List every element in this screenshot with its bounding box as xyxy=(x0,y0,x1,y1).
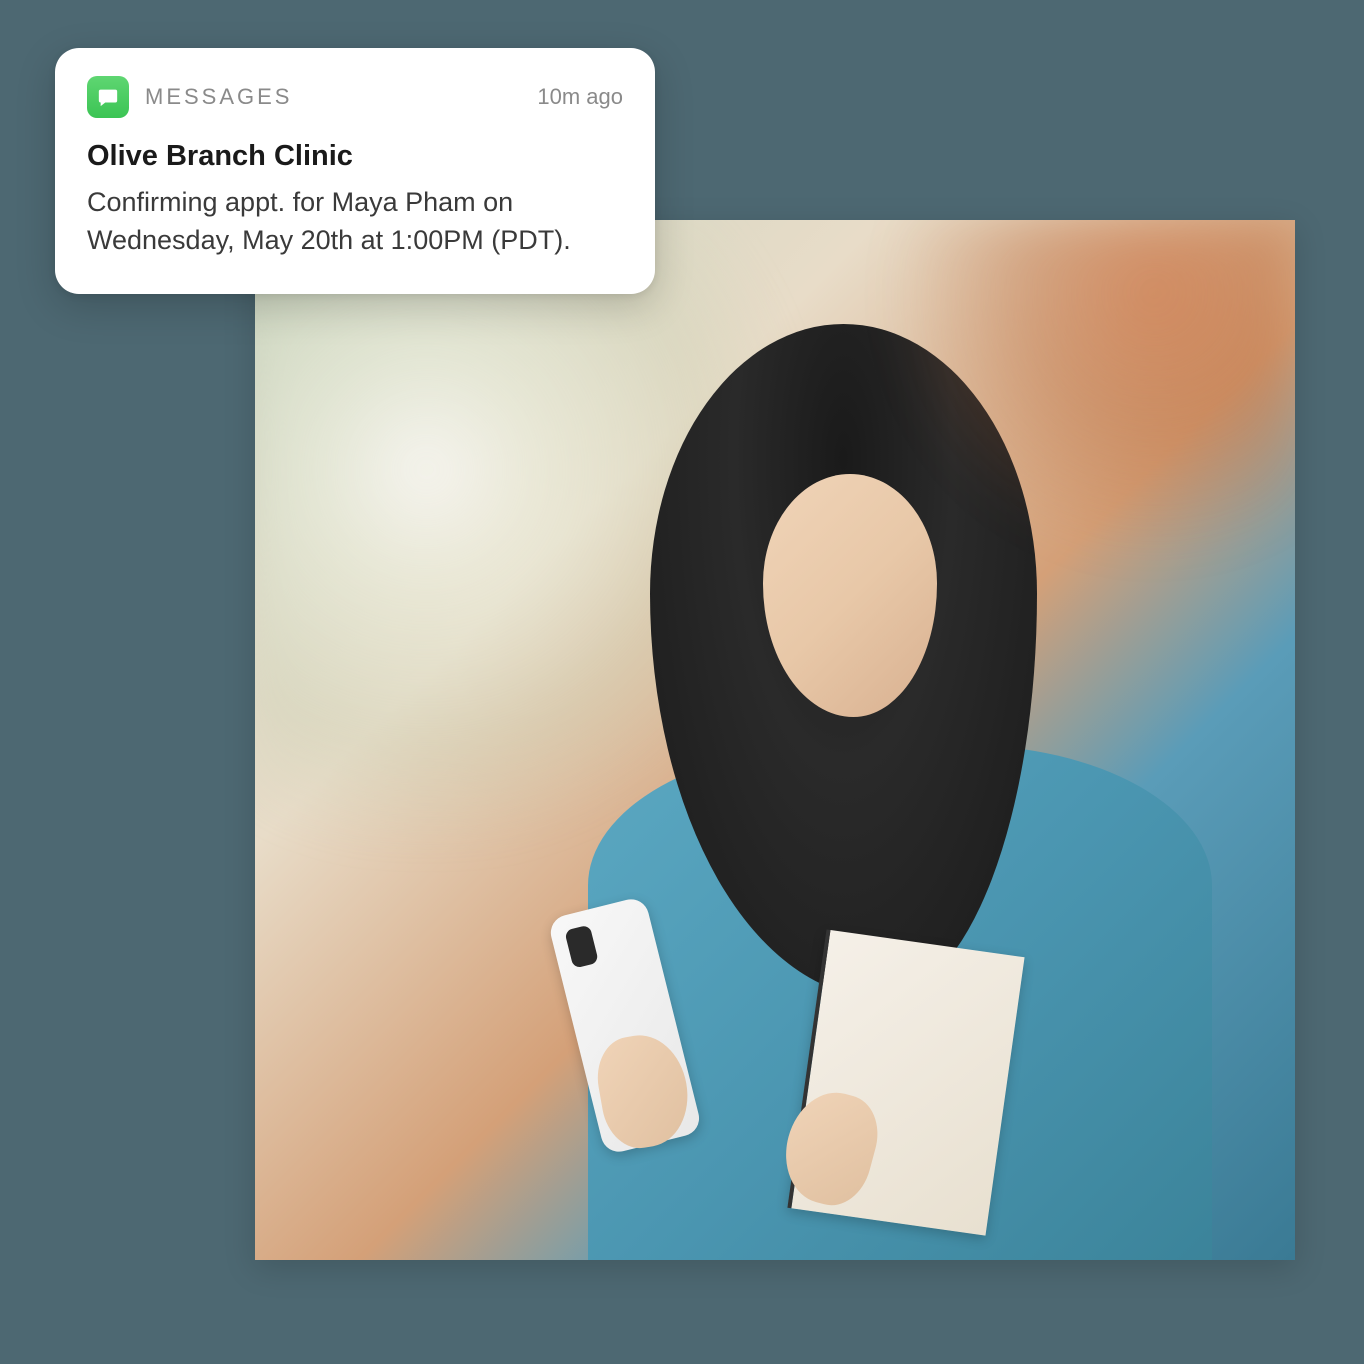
notification-sender: Olive Branch Clinic xyxy=(87,140,623,173)
notification-timestamp: 10m ago xyxy=(537,84,623,110)
background-photo xyxy=(255,220,1295,1260)
messages-app-icon xyxy=(87,76,129,118)
notification-card[interactable]: MESSAGES 10m ago Olive Branch Clinic Con… xyxy=(55,48,655,294)
person-figure xyxy=(588,324,1212,1260)
notification-header: MESSAGES 10m ago xyxy=(87,76,623,118)
notification-body: Confirming appt. for Maya Pham on Wednes… xyxy=(87,183,623,260)
message-bubble-icon xyxy=(97,86,119,108)
notification-app-name: MESSAGES xyxy=(145,84,537,110)
